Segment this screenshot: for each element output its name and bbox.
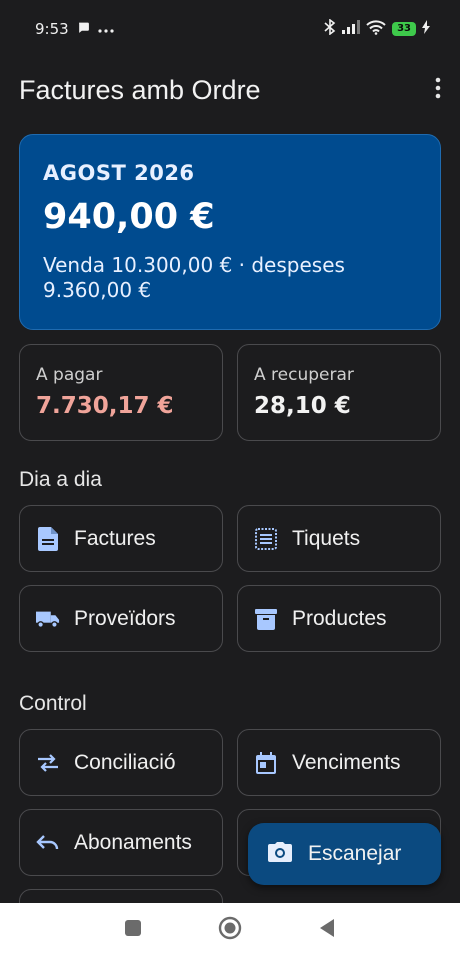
message-icon bbox=[77, 20, 90, 38]
tile-productes[interactable]: Productes bbox=[237, 585, 441, 652]
tile-conciliacio[interactable]: Conciliació bbox=[19, 729, 223, 796]
tile-label: Conciliació bbox=[74, 750, 176, 774]
receipt-icon bbox=[254, 527, 278, 551]
tile-tiquets[interactable]: Tiquets bbox=[237, 505, 441, 572]
tile-factures[interactable]: Factures bbox=[19, 505, 223, 572]
camera-icon bbox=[268, 842, 292, 866]
app-bar: Factures amb Ordre bbox=[0, 58, 460, 122]
tile-label: Factures bbox=[74, 526, 156, 550]
tile-label: Abonaments bbox=[74, 830, 192, 854]
truck-icon bbox=[36, 607, 60, 631]
tile-abonaments[interactable]: Abonaments bbox=[19, 809, 223, 876]
signal-icon bbox=[342, 20, 361, 38]
bluetooth-icon bbox=[324, 18, 336, 39]
calendar-icon bbox=[254, 751, 278, 775]
wifi-icon bbox=[366, 19, 386, 39]
scan-button[interactable]: Escanejar bbox=[248, 823, 441, 885]
system-nav-bar bbox=[0, 903, 460, 956]
back-button-icon[interactable] bbox=[318, 918, 336, 942]
status-right: 33 bbox=[324, 18, 430, 39]
swap-arrows-icon bbox=[36, 751, 60, 775]
scan-button-label: Escanejar bbox=[308, 842, 402, 865]
charging-icon bbox=[422, 20, 430, 38]
tile-label: Proveïdors bbox=[74, 606, 176, 630]
status-time: 9:53 bbox=[35, 20, 69, 38]
undo-icon bbox=[36, 831, 60, 855]
monthly-summary-card[interactable]: AGOST 2026 940,00 € Venda 10.300,00 € · … bbox=[19, 134, 441, 330]
home-button-icon[interactable] bbox=[218, 916, 242, 944]
summary-month: AGOST 2026 bbox=[43, 161, 195, 185]
battery-indicator: 33 bbox=[392, 22, 416, 36]
tile-proveidors[interactable]: Proveïdors bbox=[19, 585, 223, 652]
tile-label: Venciments bbox=[292, 750, 401, 774]
stat-card-to-pay[interactable]: A pagar 7.730,17 € bbox=[19, 344, 223, 441]
summary-amount: 940,00 € bbox=[43, 197, 215, 237]
archive-box-icon bbox=[254, 607, 278, 631]
stat-label: A recuperar bbox=[254, 365, 354, 385]
page-title: Factures amb Ordre bbox=[19, 74, 261, 105]
section-title-control: Control bbox=[19, 692, 87, 715]
section-title-daily: Dia a dia bbox=[19, 468, 102, 491]
summary-detail: Venda 10.300,00 € · despeses 9.360,00 € bbox=[43, 253, 345, 302]
more-notifications-icon bbox=[98, 20, 114, 38]
stat-card-to-recover[interactable]: A recuperar 28,10 € bbox=[237, 344, 441, 441]
status-bar: 9:53 33 bbox=[0, 0, 460, 58]
status-left: 9:53 bbox=[35, 20, 114, 38]
tile-label: Tiquets bbox=[292, 526, 361, 550]
stat-value: 7.730,17 € bbox=[36, 393, 174, 419]
document-icon bbox=[36, 526, 60, 551]
stat-value: 28,10 € bbox=[254, 393, 351, 419]
tile-label: Productes bbox=[292, 606, 387, 630]
stat-label: A pagar bbox=[36, 365, 103, 385]
overflow-menu-icon[interactable] bbox=[434, 77, 442, 103]
tile-venciments[interactable]: Venciments bbox=[237, 729, 441, 796]
recents-button-icon[interactable] bbox=[124, 919, 142, 941]
